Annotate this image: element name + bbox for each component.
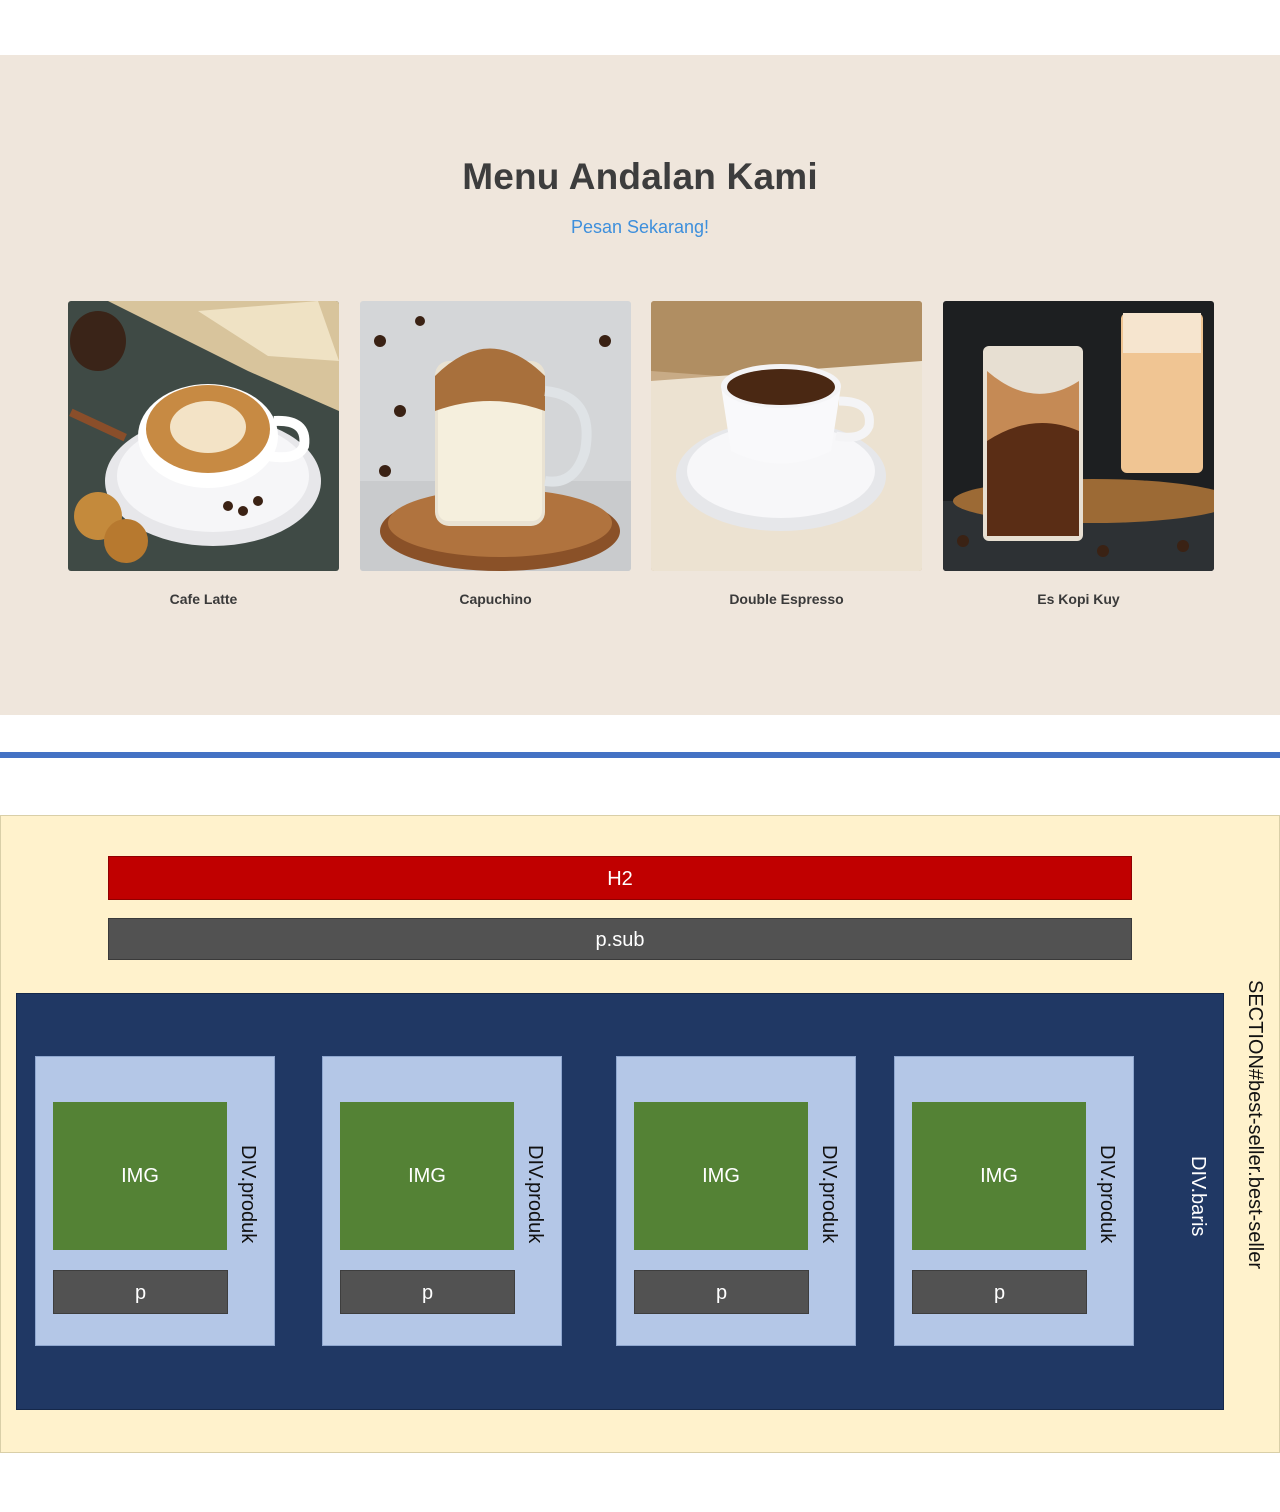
capuchino-photo [360,301,631,571]
diagram-p-block: p [340,1270,515,1314]
diagram-p-block: p [53,1270,228,1314]
torn-paper-bottom-edge [0,690,1280,710]
product-name: Cafe Latte [169,591,238,607]
section-title: Menu Andalan Kami [462,156,818,197]
diagram-h2-block: H2 [108,856,1132,900]
diagram-produk-label: DIV.produk [524,1145,546,1244]
diagram-p-block: p [634,1270,809,1314]
section-subtitle-link[interactable]: Pesan Sekarang! [0,217,1280,238]
diagram-psub-block: p.sub [108,918,1132,960]
diagram-baris-label: DIV.baris [1187,1156,1209,1237]
cafe-latte-photo [68,301,339,571]
product-name: Capuchino [459,591,532,607]
product-name: Double Espresso [729,591,844,607]
diagram-img-block: IMG [912,1102,1086,1250]
diagram-produk-label: DIV.produk [1096,1145,1118,1244]
diagram-produk-label: DIV.produk [237,1145,259,1244]
double-espresso-photo [651,301,922,571]
product-card-capuchino[interactable] [360,301,631,571]
diagram-produk-label: DIV.produk [818,1145,840,1244]
torn-paper-top-edge [0,58,1280,88]
diagram-img-block: IMG [634,1102,808,1250]
product-card-es-kopi-kuy[interactable] [943,301,1214,571]
diagram-p-block: p [912,1270,1087,1314]
product-name: Es Kopi Kuy [1037,591,1120,607]
diagram-img-block: IMG [340,1102,514,1250]
diagram-section-label: SECTION#best-seller.best-seller [1244,980,1266,1269]
product-card-cafe-latte[interactable] [68,301,339,571]
es-kopi-kuy-photo [943,301,1214,571]
diagram-img-block: IMG [53,1102,227,1250]
divider-line [0,752,1280,758]
product-card-double-espresso[interactable] [651,301,922,571]
